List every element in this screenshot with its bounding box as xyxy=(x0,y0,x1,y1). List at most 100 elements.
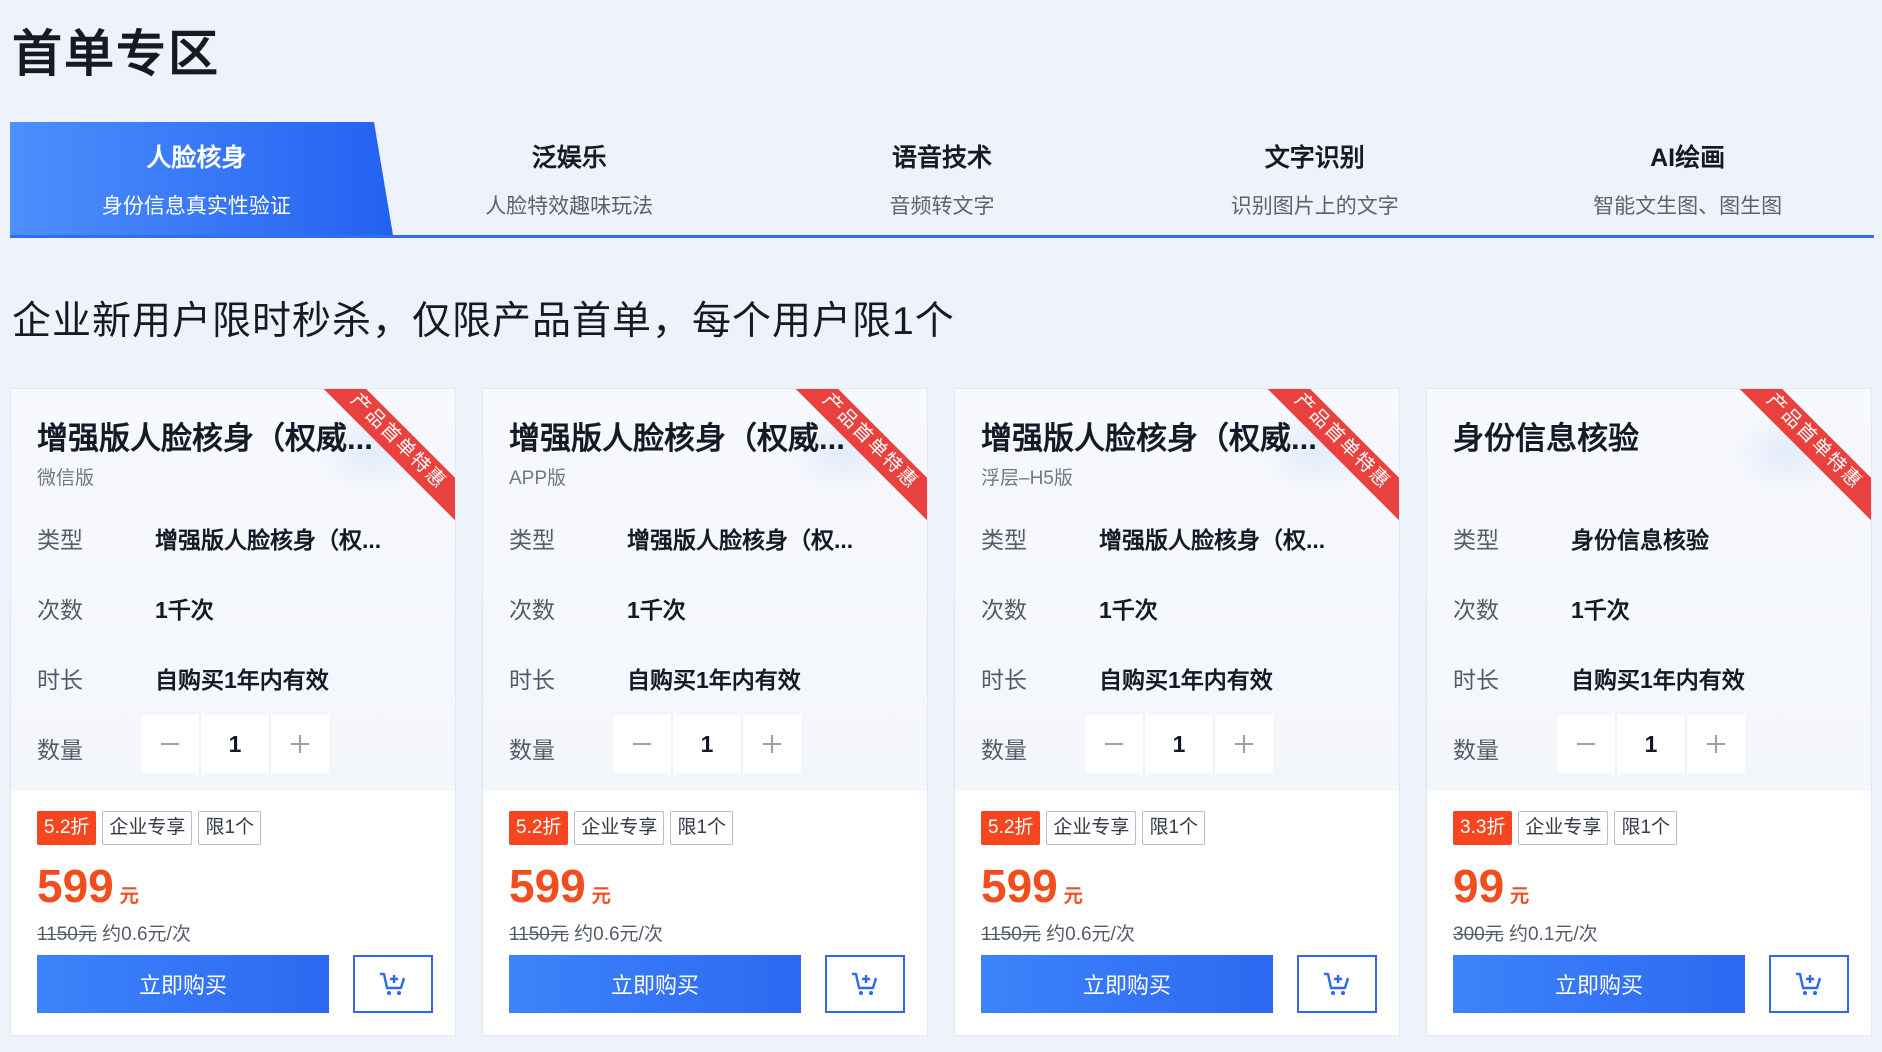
decrement-button[interactable] xyxy=(1085,715,1143,773)
add-to-cart-button[interactable] xyxy=(353,955,433,1013)
add-to-cart-button[interactable] xyxy=(1769,955,1849,1013)
limit-tag: 限1个 xyxy=(198,811,262,845)
tab-face-verification[interactable]: 人脸核身 身份信息真实性验证 xyxy=(10,122,393,235)
spec-value: 自购买1年内有效 xyxy=(627,667,801,693)
limit-tag: 限1个 xyxy=(1142,811,1206,845)
spec-value: 自购买1年内有效 xyxy=(155,667,329,693)
price: 599 元 xyxy=(981,859,1083,913)
exclusive-tag: 企业专享 xyxy=(574,811,665,845)
quantity-value[interactable]: 1 xyxy=(1615,715,1687,773)
price-value: 599 xyxy=(509,860,586,912)
spec-label: 数量 xyxy=(37,737,83,763)
decrement-button[interactable] xyxy=(613,715,671,773)
product-name: 增强版人脸核身（权威... xyxy=(37,421,373,456)
tab-entertainment[interactable]: 泛娱乐 人脸特效趣味玩法 xyxy=(383,122,756,235)
buy-now-button[interactable]: 立即购买 xyxy=(509,955,801,1013)
original-price: 1150元 xyxy=(37,924,97,945)
limit-tag: 限1个 xyxy=(1614,811,1678,845)
add-to-cart-button[interactable] xyxy=(1297,955,1377,1013)
per-use-price: 约0.6元/次 xyxy=(102,924,191,945)
tab-title: 泛娱乐 xyxy=(531,143,607,172)
tab-speech[interactable]: 语音技术 音频转文字 xyxy=(756,122,1129,235)
original-price: 300元 xyxy=(1453,924,1504,945)
tab-subtitle: 身份信息真实性验证 xyxy=(101,194,291,218)
spec-value: 1千次 xyxy=(155,597,214,623)
quantity-stepper: 1 xyxy=(1557,715,1745,773)
plus-icon xyxy=(291,735,309,753)
tab-ai-painting[interactable]: AI绘画 智能文生图、图生图 xyxy=(1501,122,1874,235)
product-card: 产品首单特惠 增强版人脸核身（权威... 浮层–H5版 类型 增强版人脸核身（权… xyxy=(954,388,1400,1036)
original-price: 1150元 xyxy=(981,924,1041,945)
plus-icon xyxy=(1235,735,1253,753)
per-use-price: 约0.1元/次 xyxy=(1508,924,1598,945)
discount-tag: 5.2折 xyxy=(509,811,569,845)
original-price-line: 1150元 约0.6元/次 xyxy=(509,919,663,946)
spec-label: 次数 xyxy=(1453,597,1499,623)
quantity-value[interactable]: 1 xyxy=(1143,715,1215,773)
minus-icon xyxy=(1577,743,1595,745)
spec-label: 次数 xyxy=(981,597,1027,623)
spec-label: 时长 xyxy=(37,667,83,693)
buy-now-button[interactable]: 立即购买 xyxy=(981,955,1273,1013)
product-variant: 浮层–H5版 xyxy=(981,468,1073,489)
minus-icon xyxy=(161,743,179,745)
increment-button[interactable] xyxy=(1687,715,1745,773)
cart-icon xyxy=(1796,972,1822,995)
minus-icon xyxy=(633,743,651,745)
original-price-line: 1150元 约0.6元/次 xyxy=(981,919,1135,946)
product-card: 产品首单特惠 增强版人脸核身（权威... 微信版 类型 增强版人脸核身（权...… xyxy=(10,388,456,1036)
price-value: 599 xyxy=(37,860,114,912)
price-value: 599 xyxy=(981,860,1058,912)
product-name: 身份信息核验 xyxy=(1453,421,1639,456)
spec-label: 类型 xyxy=(981,527,1027,553)
tab-title: AI绘画 xyxy=(1650,143,1726,172)
price-unit: 元 xyxy=(591,886,611,907)
spec-value: 1千次 xyxy=(1099,597,1158,623)
increment-button[interactable] xyxy=(743,715,801,773)
tab-subtitle: 智能文生图、图生图 xyxy=(1593,194,1783,218)
buy-now-button[interactable]: 立即购买 xyxy=(1453,955,1745,1013)
product-variant: 微信版 xyxy=(37,468,95,489)
discount-tag: 5.2折 xyxy=(37,811,97,845)
price-unit: 元 xyxy=(1063,886,1083,907)
quantity-value[interactable]: 1 xyxy=(671,715,743,773)
spec-label: 类型 xyxy=(509,527,555,553)
add-to-cart-button[interactable] xyxy=(825,955,905,1013)
price-unit: 元 xyxy=(119,886,139,907)
quantity-value[interactable]: 1 xyxy=(199,715,271,773)
increment-button[interactable] xyxy=(1215,715,1273,773)
original-price-line: 1150元 约0.6元/次 xyxy=(37,919,191,946)
quantity-stepper: 1 xyxy=(141,715,329,773)
product-card: 产品首单特惠 增强版人脸核身（权威... APP版 类型 增强版人脸核身（权..… xyxy=(482,388,928,1036)
tab-title: 文字识别 xyxy=(1264,143,1365,172)
plus-icon xyxy=(1707,735,1725,753)
price: 99 元 xyxy=(1453,859,1529,913)
spec-label: 数量 xyxy=(1453,737,1499,763)
tab-subtitle: 音频转文字 xyxy=(889,194,995,218)
spec-label: 时长 xyxy=(1453,667,1499,693)
spec-value: 增强版人脸核身（权... xyxy=(627,527,854,553)
spec-value: 1千次 xyxy=(1571,597,1630,623)
page: 首单专区 人脸核身 身份信息真实性验证 泛娱乐 人脸特效趣味玩法 语音技术 音频… xyxy=(0,0,1882,1052)
decrement-button[interactable] xyxy=(141,715,199,773)
spec-label: 数量 xyxy=(981,737,1027,763)
per-use-price: 约0.6元/次 xyxy=(574,924,663,945)
spec-value: 自购买1年内有效 xyxy=(1571,667,1745,693)
buy-now-button[interactable]: 立即购买 xyxy=(37,955,329,1013)
price: 599 元 xyxy=(509,859,611,913)
increment-button[interactable] xyxy=(271,715,329,773)
per-use-price: 约0.6元/次 xyxy=(1046,924,1135,945)
tab-ocr[interactable]: 文字识别 识别图片上的文字 xyxy=(1128,122,1501,235)
spec-label: 时长 xyxy=(981,667,1027,693)
spec-label: 次数 xyxy=(37,597,83,623)
tab-subtitle: 人脸特效趣味玩法 xyxy=(485,194,654,218)
original-price-line: 300元 约0.1元/次 xyxy=(1453,919,1598,946)
spec-value: 增强版人脸核身（权... xyxy=(155,527,382,553)
limit-tag: 限1个 xyxy=(670,811,734,845)
product-card: 产品首单特惠 身份信息核验 类型 身份信息核验 次数 1千次 时长 自购买1年内… xyxy=(1426,388,1872,1036)
page-title: 首单专区 xyxy=(12,26,220,82)
exclusive-tag: 企业专享 xyxy=(1518,811,1609,845)
tag-list: 5.2折 企业专享 限1个 xyxy=(37,811,262,845)
exclusive-tag: 企业专享 xyxy=(1046,811,1137,845)
decrement-button[interactable] xyxy=(1557,715,1615,773)
